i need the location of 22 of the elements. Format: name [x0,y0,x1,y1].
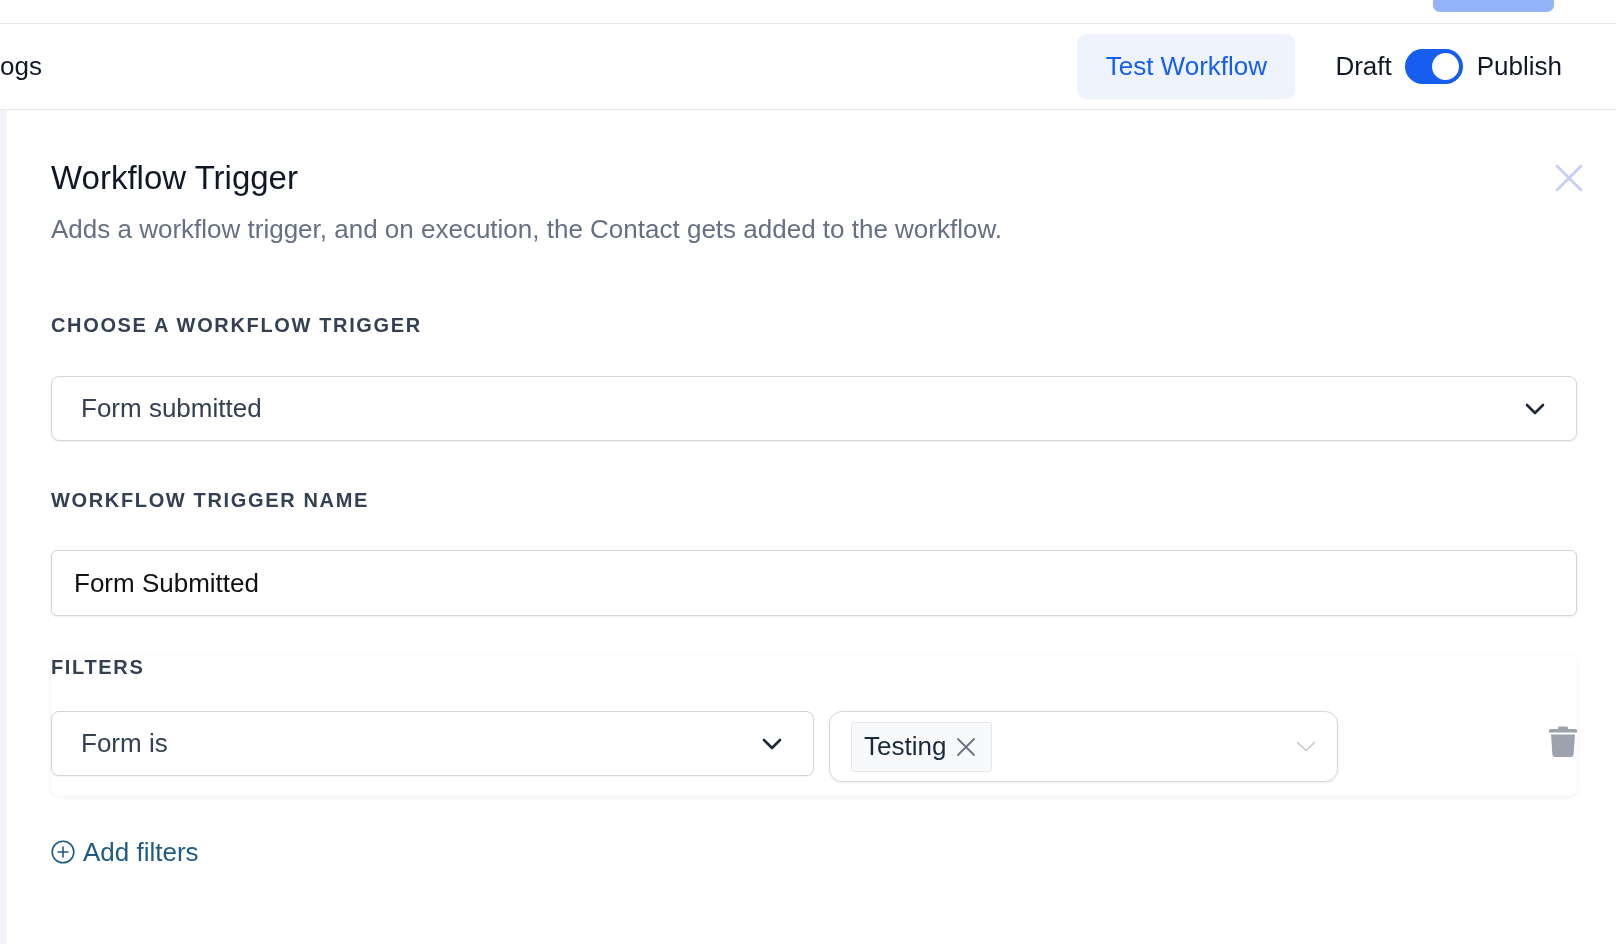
chevron-down-icon [1525,402,1545,415]
nav-tab[interactable]: ogs [0,51,42,82]
add-filters-link[interactable]: Add filters [51,837,199,867]
panel-description: Adds a workflow trigger, and on execution, the Contact gets added to the workflow. [51,214,1002,244]
field-label: WORKFLOW TRIGGER NAME [51,488,369,512]
trigger-name-field[interactable]: Form Submitted [51,550,1577,616]
close-icon[interactable] [956,736,977,757]
chevron-down-icon [762,737,782,750]
plus-circle-icon [51,840,75,864]
test-workflow-button[interactable]: Test Workflow [1077,34,1296,99]
field-label: CHOOSE A WORKFLOW TRIGGER [51,313,422,337]
tag-label: Testing [864,731,947,762]
filter-field-select[interactable]: Form is [51,711,814,776]
chevron-down-icon [1296,741,1316,752]
trigger-select[interactable]: Form submitted [51,376,1577,441]
field-label: FILTERS [51,655,145,679]
publish-label: Publish [1476,51,1562,82]
panel-title: Workflow Trigger [51,158,298,198]
trash-icon[interactable] [1549,725,1577,757]
draft-label: Draft [1335,51,1392,82]
filter-value-select[interactable]: Testing [829,711,1338,782]
publish-toggle[interactable] [1404,49,1463,84]
